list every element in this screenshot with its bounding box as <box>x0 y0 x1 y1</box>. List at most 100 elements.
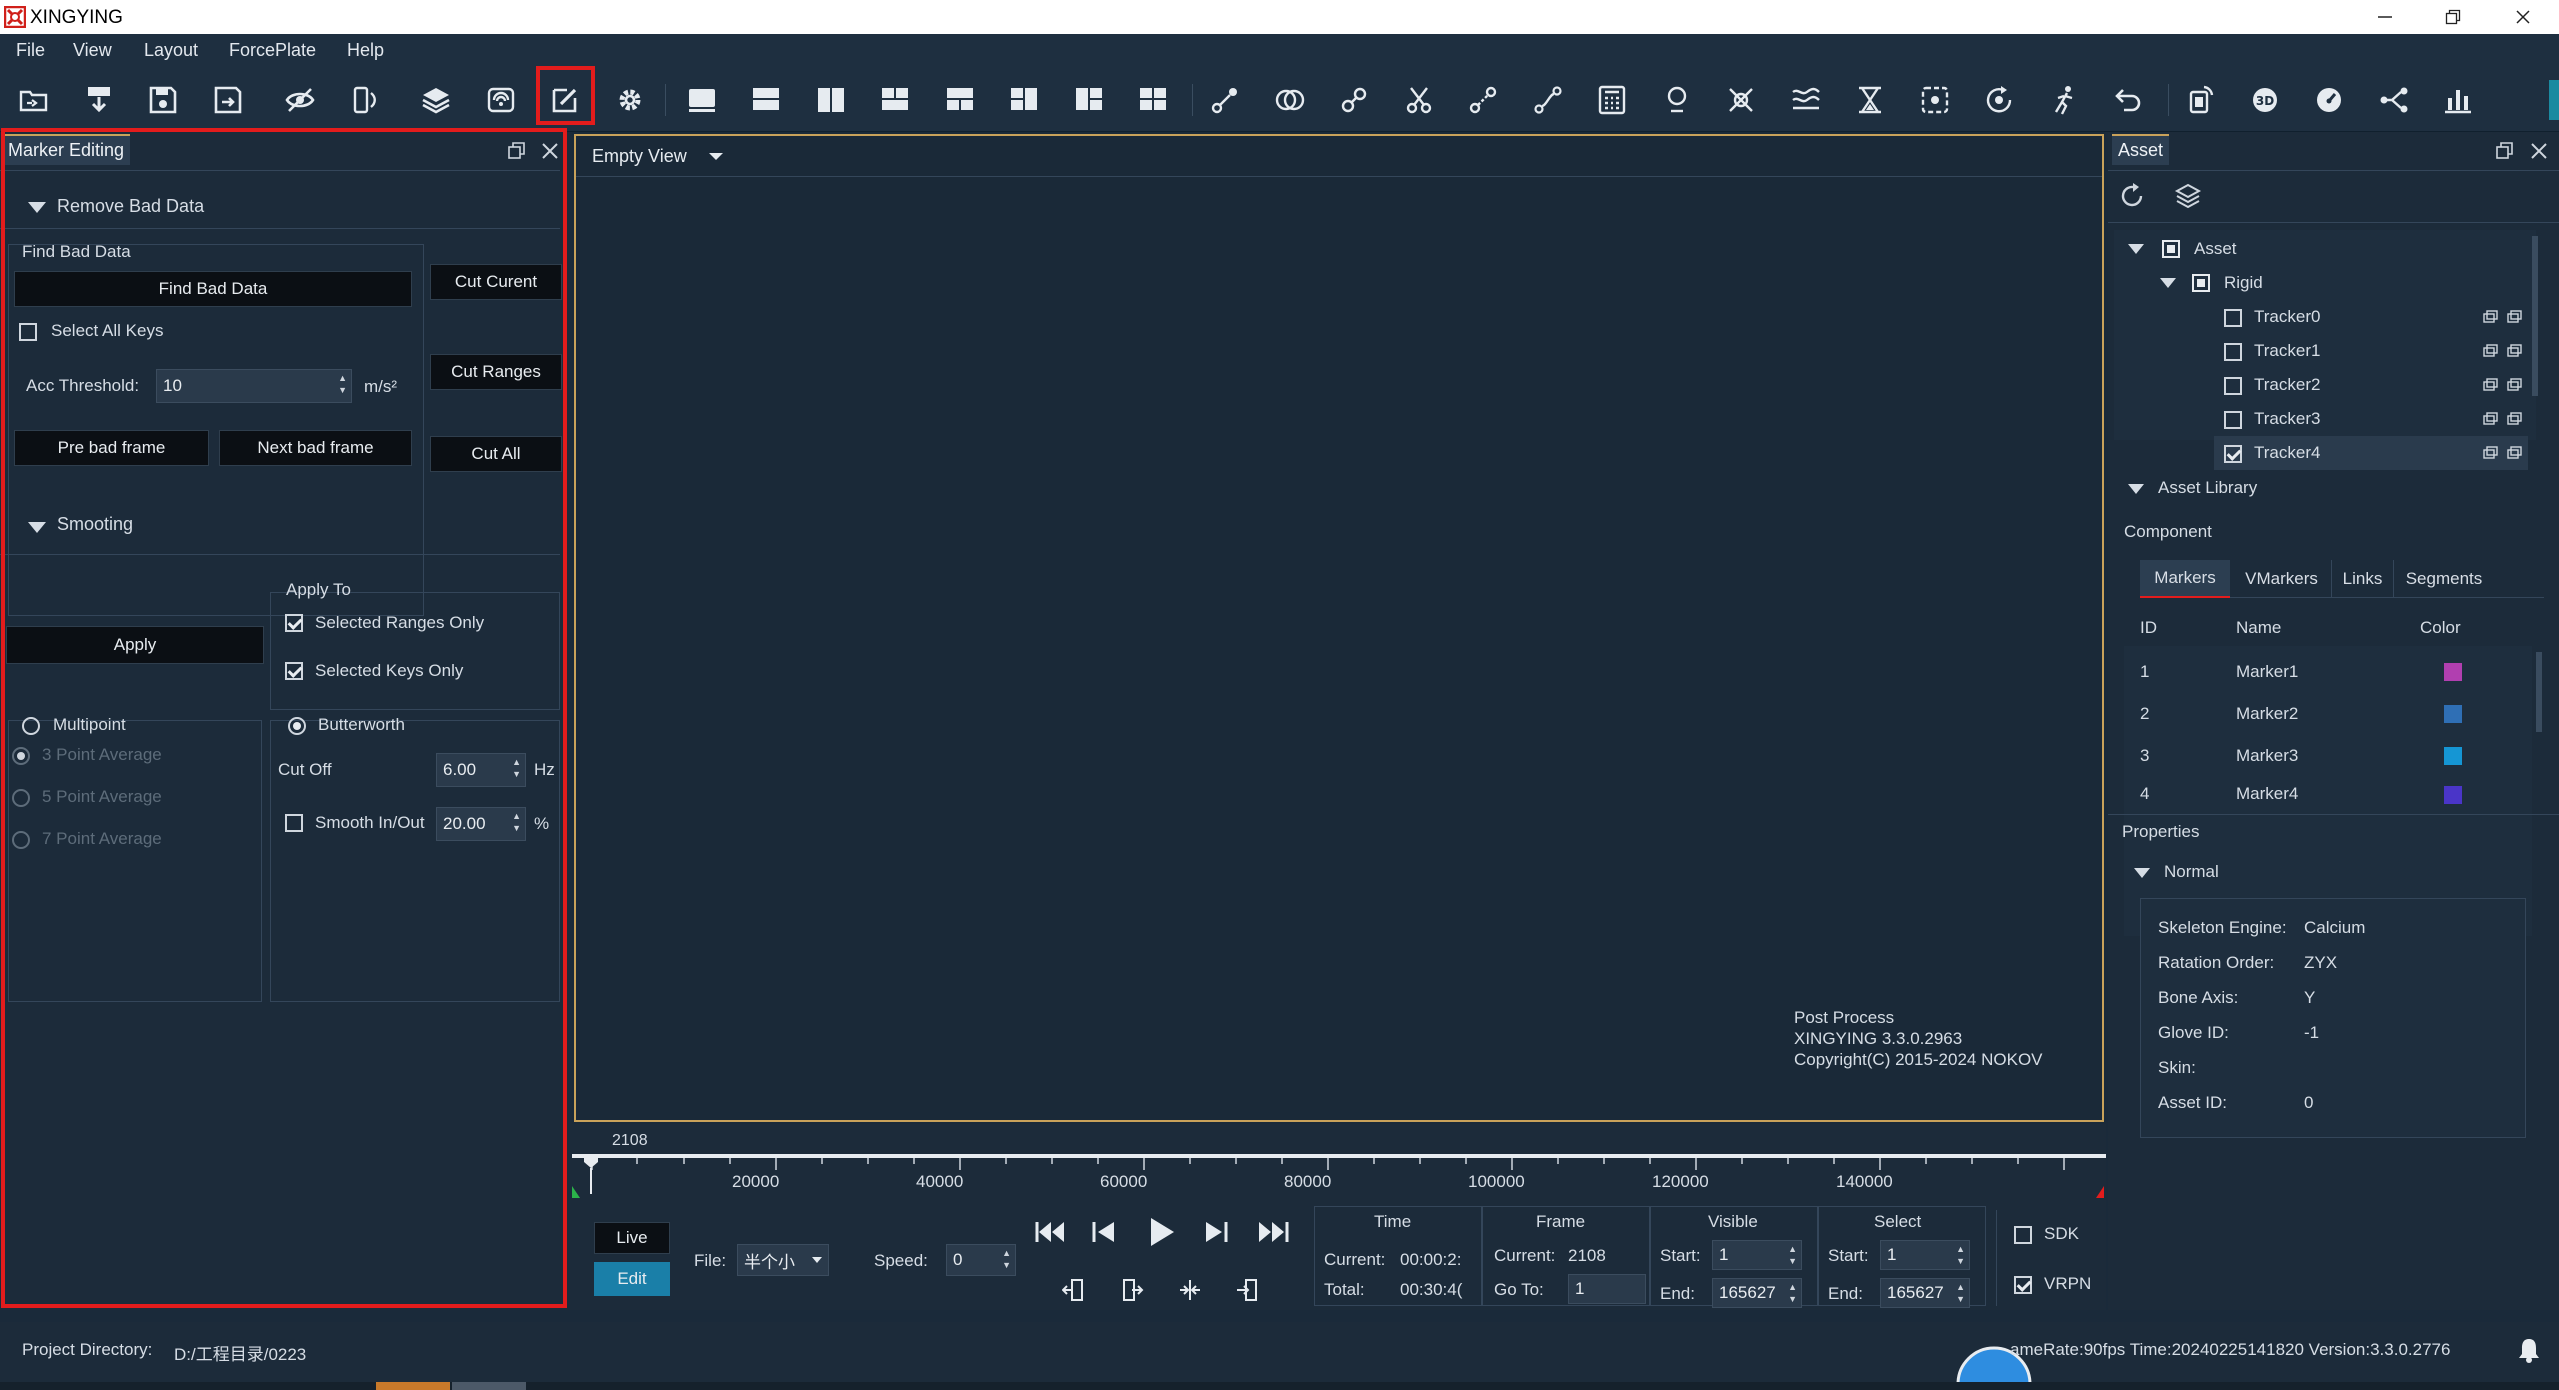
filter-button[interactable] <box>1850 80 1890 120</box>
rotate-view-button[interactable] <box>1979 80 2019 120</box>
skeleton-button[interactable] <box>2044 80 2084 120</box>
sdk-checkbox[interactable] <box>2014 1226 2032 1244</box>
tree-expand-icon[interactable] <box>2128 484 2144 494</box>
capture-download-button[interactable] <box>79 80 119 120</box>
select-end-input[interactable]: 165627 ▲ ▼ <box>1880 1278 1970 1308</box>
layout-vertical-split-button[interactable] <box>811 80 851 120</box>
tracker1-label[interactable]: Tracker1 <box>2254 341 2320 361</box>
cut-button[interactable] <box>1399 80 1439 120</box>
asset-tab[interactable]: Asset <box>2112 134 2170 165</box>
view-dropdown[interactable]: Empty View <box>592 146 687 167</box>
link-markers-button[interactable] <box>1205 80 1245 120</box>
tab-markers[interactable]: Markers <box>2140 560 2230 598</box>
marker-probe-button[interactable] <box>1657 80 1697 120</box>
live-button[interactable]: Live <box>594 1222 670 1254</box>
tree-expand-icon[interactable] <box>2128 244 2144 254</box>
broadcast-button[interactable] <box>481 80 521 120</box>
skip-to-start-icon[interactable] <box>1034 1218 1066 1246</box>
layout-bottom-two-button[interactable] <box>940 80 980 120</box>
spin-arrows-icon[interactable]: ▲ ▼ <box>1788 1243 1797 1267</box>
normal-header[interactable]: Normal <box>2164 862 2219 882</box>
menu-view[interactable]: View <box>73 40 112 61</box>
device-sync-button[interactable] <box>344 80 384 120</box>
range-collapse-icon[interactable] <box>1178 1278 1202 1302</box>
collapse-arrow-icon[interactable] <box>2134 868 2150 878</box>
range-out-icon[interactable] <box>1236 1278 1260 1302</box>
tracker2-checkbox[interactable] <box>2224 377 2242 395</box>
step-forward-icon[interactable] <box>1202 1218 1230 1246</box>
skip-to-end-icon[interactable] <box>1256 1218 1290 1246</box>
bell-icon[interactable] <box>2516 1336 2542 1364</box>
select-region-button[interactable] <box>1915 80 1955 120</box>
menu-help[interactable]: Help <box>347 40 384 61</box>
tracker-action-icons[interactable] <box>2482 308 2522 468</box>
settings-button[interactable] <box>610 80 650 120</box>
save-button[interactable] <box>143 80 183 120</box>
open-folder-button[interactable] <box>14 80 54 120</box>
restore-button[interactable] <box>2423 2 2483 32</box>
tab-links[interactable]: Links <box>2332 560 2394 598</box>
select-start-input[interactable]: 1 ▲ ▼ <box>1880 1240 1970 1270</box>
marker-color-swatch[interactable] <box>2444 786 2462 804</box>
float-panel-icon[interactable] <box>2496 142 2514 160</box>
asset-library-label[interactable]: Asset Library <box>2158 478 2257 498</box>
asset-node-checkbox[interactable] <box>2162 240 2180 258</box>
delete-marker-button[interactable] <box>1721 80 1761 120</box>
layers-icon[interactable] <box>2174 182 2202 210</box>
layout-right-two-button[interactable] <box>1069 80 1109 120</box>
tracker0-label[interactable]: Tracker0 <box>2254 307 2320 327</box>
marker-color-swatch[interactable] <box>2444 705 2462 723</box>
tree-expand-icon[interactable] <box>2160 278 2176 288</box>
spin-arrows-icon[interactable]: ▲ ▼ <box>1002 1247 1011 1271</box>
spin-arrows-icon[interactable]: ▲ ▼ <box>1956 1243 1965 1267</box>
tracker0-checkbox[interactable] <box>2224 309 2242 327</box>
layout-horizontal-split-button[interactable] <box>746 80 786 120</box>
smooth-curve-button[interactable] <box>1786 80 1826 120</box>
timeline[interactable]: 2108 20000 40000 60000 80000 100000 1200… <box>572 1124 2106 1200</box>
minimize-button[interactable] <box>2355 2 2415 32</box>
vrpn-checkbox[interactable] <box>2014 1276 2032 1294</box>
marker-color-swatch[interactable] <box>2444 747 2462 765</box>
table-row[interactable]: 3 Marker3 <box>2124 736 2528 776</box>
refresh-icon[interactable] <box>2118 182 2146 210</box>
taskbar-item[interactable] <box>376 1382 450 1390</box>
close-window-button[interactable] <box>2493 2 2553 32</box>
marker-color-swatch[interactable] <box>2444 663 2462 681</box>
statistics-button[interactable] <box>2438 80 2478 120</box>
menu-layout[interactable]: Layout <box>144 40 198 61</box>
playhead-handle[interactable] <box>583 1154 599 1194</box>
hide-view-button[interactable] <box>280 80 320 120</box>
viewport-3d[interactable]: Empty View Post Process XINGYING 3.3.0.2… <box>574 134 2104 1122</box>
tracker4-label[interactable]: Tracker4 <box>2254 443 2320 463</box>
layers-button[interactable] <box>416 80 456 120</box>
layout-quad-button[interactable] <box>1133 80 1173 120</box>
table-scrollbar[interactable] <box>2536 652 2542 732</box>
tree-asset-label[interactable]: Asset <box>2194 239 2237 259</box>
tracker3-label[interactable]: Tracker3 <box>2254 409 2320 429</box>
merge-button[interactable] <box>1270 80 1310 120</box>
play-icon[interactable] <box>1146 1216 1176 1248</box>
fill-gap-button[interactable] <box>1463 80 1503 120</box>
spline-fill-button[interactable] <box>1528 80 1568 120</box>
undo-button[interactable] <box>2108 80 2148 120</box>
rigid-node-checkbox[interactable] <box>2192 274 2210 292</box>
tree-rigid-label[interactable]: Rigid <box>2224 273 2263 293</box>
close-panel-icon[interactable] <box>2530 142 2548 160</box>
speed-input[interactable]: 0 ▲ ▼ <box>946 1244 1016 1276</box>
tracker4-checkbox[interactable] <box>2224 445 2242 463</box>
layout-top-two-button[interactable] <box>875 80 915 120</box>
menu-forceplate[interactable]: ForcePlate <box>229 40 316 61</box>
range-in-right-icon[interactable] <box>1120 1278 1144 1302</box>
speed-meter-button[interactable] <box>2309 80 2349 120</box>
file-select[interactable]: 半个小 <box>737 1244 829 1276</box>
menu-file[interactable]: File <box>16 40 45 61</box>
tracker2-label[interactable]: Tracker2 <box>2254 375 2320 395</box>
tracker3-checkbox[interactable] <box>2224 411 2242 429</box>
spin-arrows-icon[interactable]: ▲ ▼ <box>1788 1281 1797 1305</box>
visible-end-input[interactable]: 165627 ▲ ▼ <box>1712 1278 1802 1308</box>
chevron-down-icon[interactable] <box>708 152 724 162</box>
calculator-button[interactable] <box>1592 80 1632 120</box>
network-button[interactable] <box>2374 80 2414 120</box>
edit-button[interactable]: Edit <box>594 1262 670 1296</box>
table-row[interactable]: 1 Marker1 <box>2124 652 2528 692</box>
